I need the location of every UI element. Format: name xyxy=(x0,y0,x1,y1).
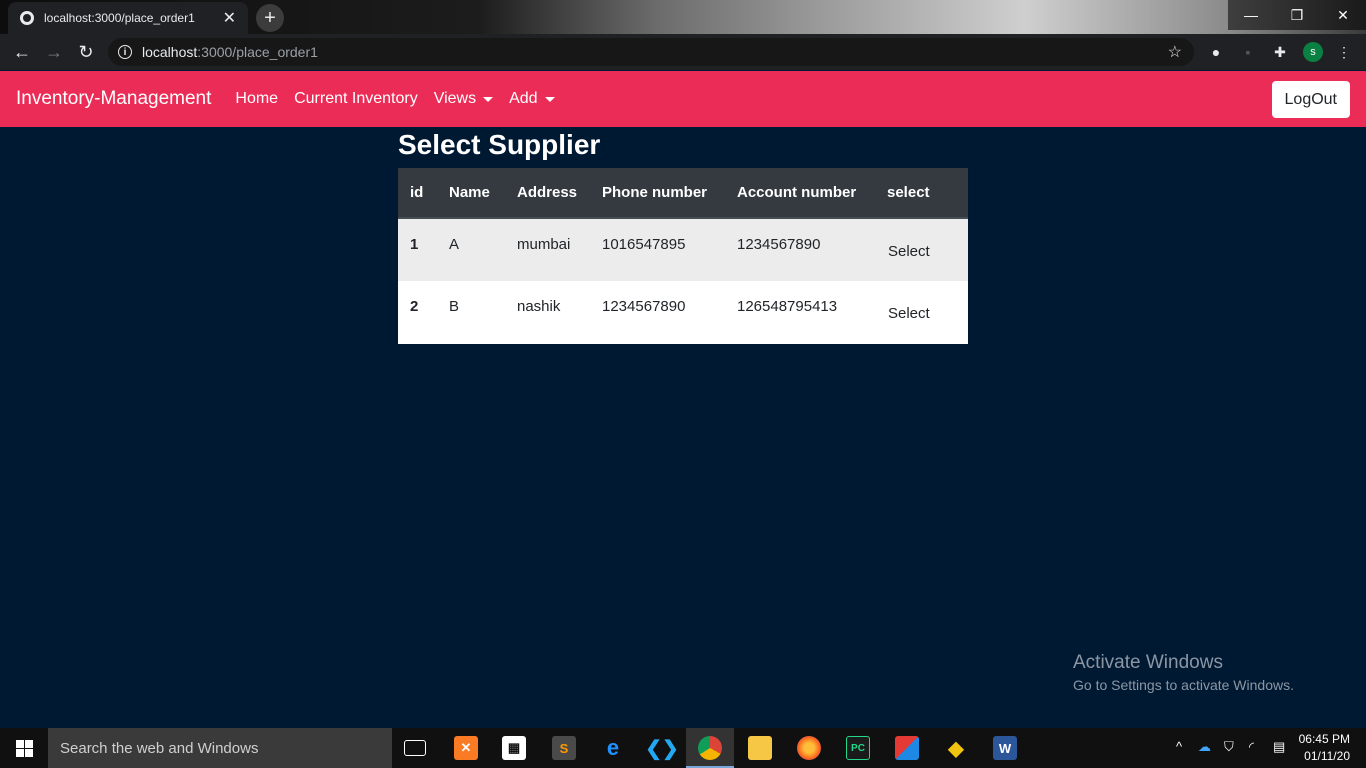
forward-arrow-icon[interactable]: → xyxy=(40,38,68,66)
chevron-down-icon xyxy=(483,96,494,102)
address-bar[interactable]: i localhost:3000/place_order1 ☆ xyxy=(108,38,1194,66)
edge-icon[interactable]: e xyxy=(601,735,625,760)
cookie-extension-icon[interactable]: ● xyxy=(1206,42,1226,62)
restore-button[interactable]: ❐ xyxy=(1274,0,1320,30)
app-icon[interactable] xyxy=(895,736,919,760)
table-header-row: id Name Address Phone number Account num… xyxy=(398,168,968,219)
windows-taskbar: Search the web and Windows ✕ ▦ S e ❮❯ PC… xyxy=(0,728,1366,768)
file-explorer-icon[interactable] xyxy=(748,736,772,760)
onedrive-icon[interactable]: ☁ xyxy=(1198,739,1211,755)
browser-tabstrip: localhost:3000/place_order1 ✕ + — ❐ ✕ xyxy=(0,0,1366,34)
column-header-address: Address xyxy=(505,168,590,219)
url-host: localhost xyxy=(142,44,198,60)
cell-name: B xyxy=(437,281,505,344)
pycharm-icon[interactable]: PC xyxy=(846,736,870,760)
cell-address: mumbai xyxy=(505,218,590,281)
supplier-table: id Name Address Phone number Account num… xyxy=(398,168,968,344)
browser-tab[interactable]: localhost:3000/place_order1 ✕ xyxy=(8,2,248,34)
xampp-icon[interactable]: ✕ xyxy=(454,736,478,760)
windows-logo-icon xyxy=(15,739,33,757)
tab-close-icon[interactable]: ✕ xyxy=(223,8,236,28)
clock-time: 06:45 PM xyxy=(1298,732,1350,746)
puzzle-extensions-icon[interactable]: ✚ xyxy=(1270,42,1290,62)
cell-phone: 1234567890 xyxy=(590,281,725,344)
logout-button[interactable]: LogOut xyxy=(1271,81,1350,118)
browser-toolbar: ← → ↻ i localhost:3000/place_order1 ☆ ● … xyxy=(0,34,1366,70)
git-icon[interactable]: ◆ xyxy=(944,736,968,760)
select-supplier-button[interactable]: Select xyxy=(888,305,930,322)
nav-current-inventory[interactable]: Current Inventory xyxy=(294,90,418,108)
extension-icon[interactable]: ▪ xyxy=(1238,42,1258,62)
nav-home[interactable]: Home xyxy=(235,90,278,108)
app-navbar: Inventory-Management Home Current Invent… xyxy=(0,71,1366,127)
cell-address: nashik xyxy=(505,281,590,344)
window-close-button[interactable]: ✕ xyxy=(1320,0,1366,30)
table-row: 1 A mumbai 1016547895 1234567890 Select xyxy=(398,218,968,281)
cell-id: 2 xyxy=(398,281,437,344)
reload-icon[interactable]: ↻ xyxy=(72,38,100,66)
globe-icon xyxy=(20,11,34,25)
firefox-icon[interactable] xyxy=(797,736,821,760)
select-supplier-button[interactable]: Select xyxy=(888,243,930,260)
info-icon[interactable]: i xyxy=(118,45,132,59)
sublime-text-icon[interactable]: S xyxy=(552,736,576,760)
page-title: Select Supplier xyxy=(398,129,601,160)
cell-account: 126548795413 xyxy=(725,281,875,344)
cell-name: A xyxy=(437,218,505,281)
task-view-icon[interactable] xyxy=(404,740,426,756)
new-tab-button[interactable]: + xyxy=(256,4,284,32)
notification-icon[interactable]: ▤ xyxy=(1273,739,1285,755)
store-icon[interactable]: ▦ xyxy=(502,736,526,760)
activation-watermark: Activate Windows Go to Settings to activ… xyxy=(1073,652,1294,693)
taskbar-clock[interactable]: 06:45 PM 01/11/20 xyxy=(1299,731,1350,765)
menu-dots-icon[interactable]: ⋮ xyxy=(1334,42,1354,62)
nav-add-dropdown[interactable]: Add xyxy=(509,90,555,108)
column-header-phone: Phone number xyxy=(590,168,725,219)
chevron-up-icon[interactable]: ^ xyxy=(1176,739,1182,754)
minimize-button[interactable]: — xyxy=(1228,0,1274,30)
nav-add-label: Add xyxy=(509,90,538,107)
tab-title: localhost:3000/place_order1 xyxy=(44,11,195,25)
wifi-icon[interactable]: ◜ xyxy=(1249,739,1254,755)
watermark-subtitle: Go to Settings to activate Windows. xyxy=(1073,677,1294,693)
shield-icon[interactable]: ⛉ xyxy=(1224,739,1234,755)
cell-id: 1 xyxy=(398,218,437,281)
column-header-name: Name xyxy=(437,168,505,219)
clock-date: 01/11/20 xyxy=(1304,749,1350,763)
watermark-title: Activate Windows xyxy=(1073,652,1223,673)
cell-phone: 1016547895 xyxy=(590,218,725,281)
chevron-down-icon xyxy=(544,96,555,102)
taskbar-search-input[interactable]: Search the web and Windows xyxy=(48,728,392,768)
bookmark-star-icon[interactable]: ☆ xyxy=(1168,42,1182,62)
column-header-select: select xyxy=(875,168,968,219)
nav-views-label: Views xyxy=(433,90,477,107)
chrome-icon[interactable] xyxy=(698,736,722,760)
column-header-id: id xyxy=(398,168,437,219)
vscode-icon[interactable]: ❮❯ xyxy=(645,736,679,760)
word-icon[interactable]: W xyxy=(993,736,1017,760)
table-row: 2 B nashik 1234567890 126548795413 Selec… xyxy=(398,281,968,344)
cell-account: 1234567890 xyxy=(725,218,875,281)
cell-select: Select xyxy=(875,218,968,281)
url-path: :3000/place_order1 xyxy=(197,44,318,60)
cell-select: Select xyxy=(875,281,968,344)
start-button[interactable] xyxy=(0,728,48,768)
column-header-account: Account number xyxy=(725,168,875,219)
brand-link[interactable]: Inventory-Management xyxy=(16,88,211,110)
profile-avatar[interactable]: s xyxy=(1303,42,1323,62)
nav-views-dropdown[interactable]: Views xyxy=(433,90,494,108)
back-arrow-icon[interactable]: ← xyxy=(8,38,36,66)
